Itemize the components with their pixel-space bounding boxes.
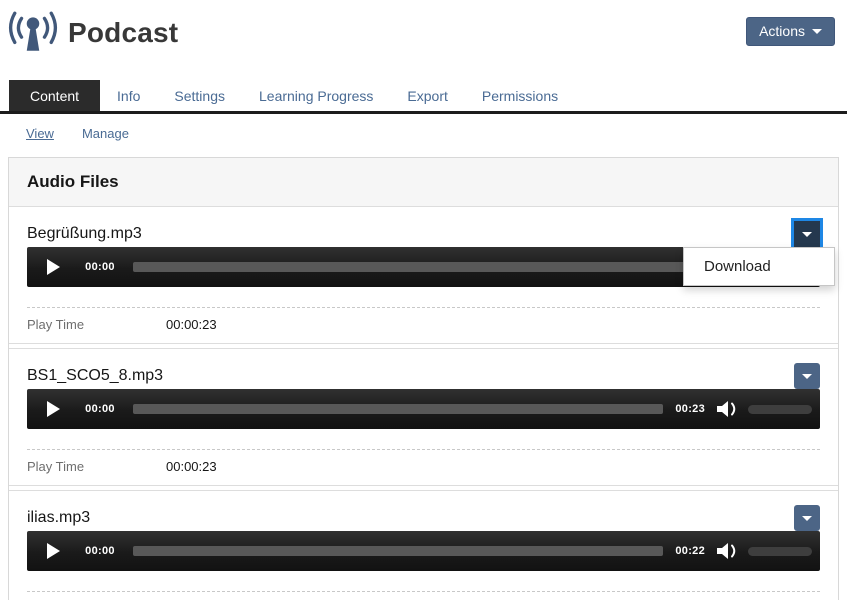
volume-slider[interactable] — [748, 547, 812, 556]
tab-learning-progress[interactable]: Learning Progress — [242, 80, 390, 111]
item-dropdown-button[interactable] — [794, 221, 820, 247]
volume-icon[interactable] — [716, 542, 740, 560]
seek-bar[interactable] — [133, 404, 663, 414]
file-name: BS1_SCO5_8.mp3 — [27, 367, 163, 385]
divider — [27, 449, 820, 450]
actions-button[interactable]: Actions — [746, 17, 835, 46]
play-time-label: Play Time — [27, 317, 166, 332]
duration: 00:23 — [675, 403, 705, 415]
volume-slider[interactable] — [748, 405, 812, 414]
play-button[interactable] — [27, 543, 79, 559]
subtab-bar: View Manage — [0, 114, 847, 153]
current-time: 00:00 — [79, 545, 121, 557]
tab-bar: Content Info Settings Learning Progress … — [0, 80, 847, 114]
caret-down-icon — [812, 29, 822, 34]
play-icon — [47, 543, 60, 559]
caret-down-icon — [802, 232, 812, 237]
tab-permissions[interactable]: Permissions — [465, 80, 575, 111]
tab-info[interactable]: Info — [100, 80, 157, 111]
panel-header: Audio Files — [9, 158, 838, 207]
play-button[interactable] — [27, 259, 79, 275]
file-name: Begrüßung.mp3 — [27, 225, 142, 243]
volume-icon[interactable] — [716, 400, 740, 418]
subtab-view[interactable]: View — [26, 126, 54, 141]
play-button[interactable] — [27, 401, 79, 417]
panel-title: Audio Files — [27, 172, 119, 191]
podcast-icon — [8, 8, 58, 58]
seek-bar[interactable] — [133, 262, 693, 272]
caret-down-icon — [802, 374, 812, 379]
page-title: Podcast — [68, 17, 178, 49]
play-icon — [47, 259, 60, 275]
item-dropdown-menu: Download — [683, 247, 835, 286]
audio-file-item: ilias.mp3 00:00 00:22 Play Ti — [9, 490, 838, 600]
duration: 00:22 — [675, 545, 705, 557]
tab-settings[interactable]: Settings — [157, 80, 242, 111]
tab-content[interactable]: Content — [9, 80, 100, 111]
actions-button-label: Actions — [759, 23, 805, 39]
play-time-value: 00:00:23 — [166, 459, 217, 474]
file-name: ilias.mp3 — [27, 509, 90, 527]
divider — [27, 591, 820, 592]
divider — [27, 307, 820, 308]
audio-player: 00:00 00:23 — [27, 389, 820, 429]
page-header: Podcast Actions — [0, 0, 847, 66]
item-dropdown-button[interactable] — [794, 505, 820, 531]
current-time: 00:00 — [79, 403, 121, 415]
audio-files-panel: Audio Files Begrüßung.mp3 00:00 — [8, 157, 839, 600]
caret-down-icon — [802, 516, 812, 521]
play-time-label: Play Time — [27, 459, 166, 474]
menu-item-download[interactable]: Download — [684, 248, 834, 285]
audio-file-item: Begrüßung.mp3 00:00 Download — [9, 207, 838, 344]
tab-export[interactable]: Export — [390, 80, 464, 111]
audio-player: 00:00 00:22 — [27, 531, 820, 571]
current-time: 00:00 — [79, 261, 121, 273]
play-time-value: 00:00:23 — [166, 317, 217, 332]
subtab-manage[interactable]: Manage — [82, 126, 129, 141]
play-icon — [47, 401, 60, 417]
seek-bar[interactable] — [133, 546, 663, 556]
audio-file-item: BS1_SCO5_8.mp3 00:00 00:23 Pl — [9, 348, 838, 486]
item-dropdown-button[interactable] — [794, 363, 820, 389]
